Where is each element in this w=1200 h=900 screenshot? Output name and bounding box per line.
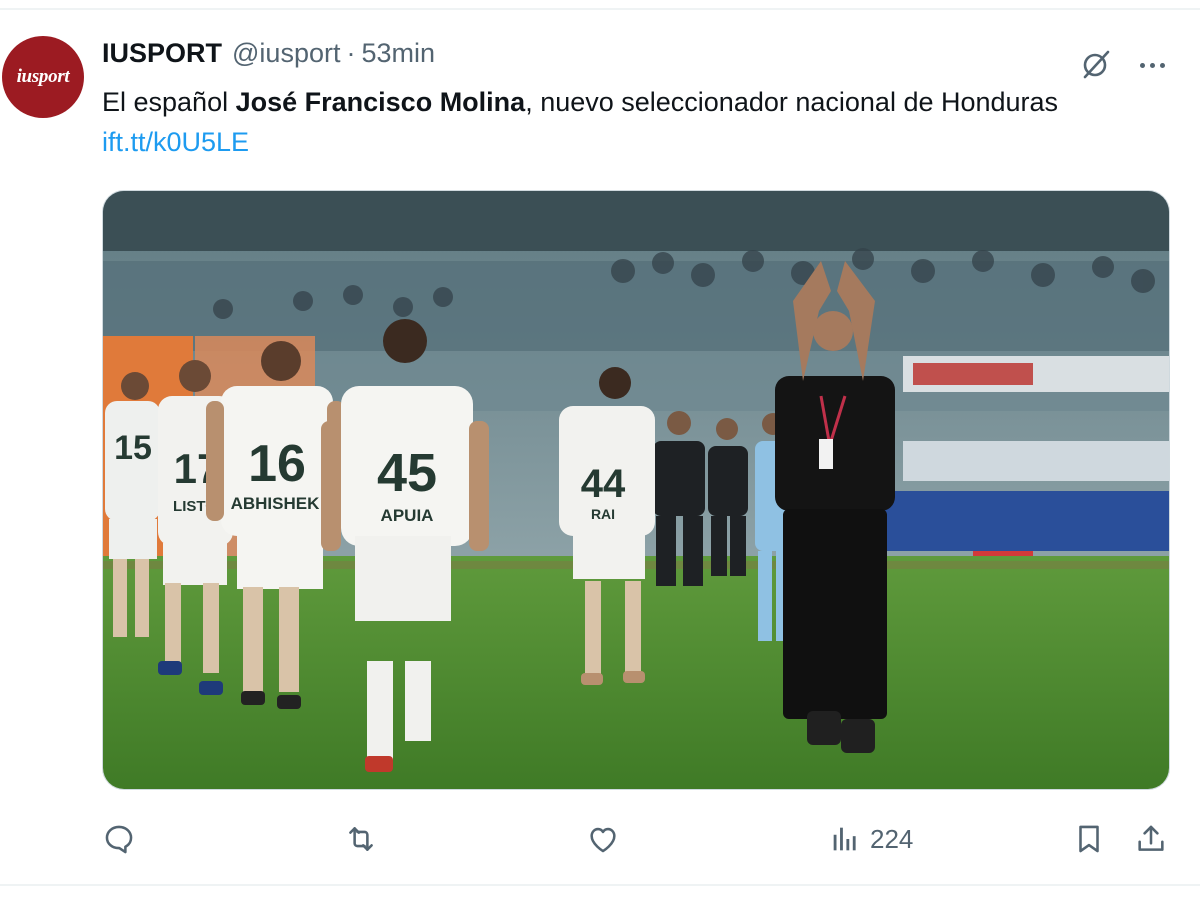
jersey-number-44: 44 — [581, 462, 626, 506]
avatar[interactable]: iusport — [2, 36, 84, 118]
tweet[interactable]: iusport IUSPORT @iusport · 53min El espa… — [0, 10, 1200, 884]
more-button[interactable] — [1132, 46, 1172, 82]
avatar-logo-text: iusport — [16, 66, 70, 87]
user-handle[interactable]: @iusport — [232, 38, 340, 69]
bookmark-icon — [1079, 825, 1099, 853]
tweet-text-bold-name: José Francisco Molina — [235, 87, 526, 117]
bottom-divider — [0, 884, 1200, 886]
tweet-link[interactable]: ift.tt/k0U5LE — [102, 127, 249, 157]
grok-icon — [1083, 50, 1110, 79]
share-icon — [1138, 825, 1164, 851]
tweet-text: El español José Francisco Molina, nuevo … — [102, 82, 1102, 162]
jersey-name-apuia: APUIA — [381, 506, 434, 525]
reply-button[interactable] — [102, 814, 136, 864]
timestamp[interactable]: 53min — [361, 38, 435, 69]
jersey-name-abhishek: ABHISHEK — [231, 494, 321, 513]
share-button[interactable] — [1134, 814, 1168, 864]
retweet-icon — [349, 827, 373, 851]
football-photo: 15 17 LISTO 16 ABHISHEK 45 APUIA 44 RAI — [103, 191, 1169, 789]
grok-button[interactable] — [1078, 46, 1114, 82]
tweet-text-intro: El español — [102, 87, 236, 117]
tweet-actions: 224 — [0, 814, 1200, 864]
like-button[interactable] — [586, 814, 620, 864]
jersey-name-rai: RAI — [591, 506, 615, 522]
views-chart-icon — [833, 827, 856, 851]
heart-icon — [590, 827, 616, 853]
display-name[interactable]: IUSPORT — [102, 38, 222, 69]
header-separator: · — [346, 38, 356, 68]
jersey-number-15: 15 — [114, 429, 152, 467]
reply-icon — [105, 825, 133, 854]
jersey-number-45: 45 — [377, 443, 437, 503]
tweet-photo[interactable]: 15 17 LISTO 16 ABHISHEK 45 APUIA 44 RAI — [102, 190, 1170, 790]
retweet-button[interactable] — [344, 814, 378, 864]
views-button[interactable]: 224 — [828, 814, 913, 864]
more-icon — [1137, 55, 1167, 73]
bookmark-button[interactable] — [1072, 814, 1106, 864]
tweet-text-rest: , nuevo seleccionador nacional de Hondur… — [525, 87, 1059, 117]
tweet-header: IUSPORT @iusport · 53min — [102, 38, 435, 74]
views-count: 224 — [870, 823, 914, 854]
jersey-number-16: 16 — [248, 435, 306, 493]
